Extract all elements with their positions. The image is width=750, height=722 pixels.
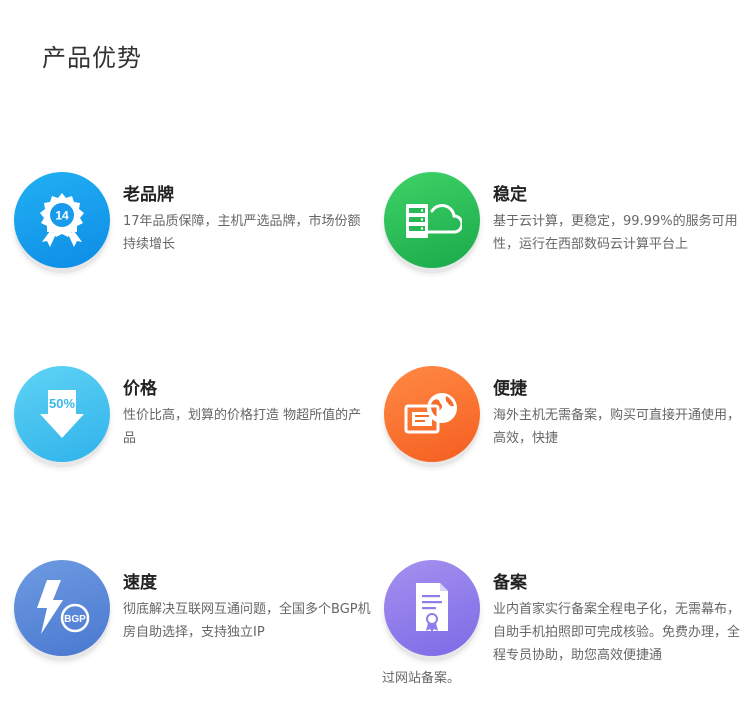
award-medal-icon: 14 bbox=[14, 172, 110, 268]
price-down-icon: 50% bbox=[14, 366, 110, 462]
feature-desc: 基于云计算，更稳定，99.99%的服务可用性，运行在西部数码云计算平台上 bbox=[493, 214, 738, 252]
feature-old-brand: 14 老品牌 17年品质保障，主机严选品牌，市场份额持续增长 bbox=[14, 172, 374, 282]
feature-desc: 性价比高，划算的价格打造 物超所值的产品 bbox=[123, 408, 362, 446]
feature-desc: 17年品质保障，主机严选品牌，市场份额持续增长 bbox=[123, 214, 361, 252]
medal-number: 14 bbox=[55, 209, 69, 223]
certificate-document-icon bbox=[384, 560, 480, 656]
bgp-text: BGP bbox=[64, 614, 86, 625]
feature-title: 备案 bbox=[493, 573, 527, 593]
feature-title: 便捷 bbox=[493, 379, 527, 399]
server-cloud-icon bbox=[384, 172, 480, 268]
feature-filing: 备案 业内首家实行备案全程电子化，无需幕布，自助手机拍照即可完成核验。免费办理，… bbox=[382, 560, 744, 686]
feature-desc: 海外主机无需备案，购买可直接开通使用，高效，快捷 bbox=[493, 408, 741, 446]
feature-convenient: 便捷 海外主机无需备案，购买可直接开通使用，高效，快捷 bbox=[384, 366, 744, 476]
feature-speed: BGP 速度 彻底解决互联网互通问题，全国多个BGP机房自助选择，支持独立IP bbox=[14, 560, 374, 670]
feature-title: 速度 bbox=[123, 573, 157, 593]
feature-title: 价格 bbox=[123, 379, 157, 399]
feature-desc: 彻底解决互联网互通问题，全国多个BGP机房自助选择，支持独立IP bbox=[123, 602, 371, 640]
page-title: 产品优势 bbox=[42, 44, 142, 72]
feature-title: 老品牌 bbox=[123, 185, 174, 205]
feature-desc: 业内首家实行备案全程电子化，无需幕布，自助手机拍照即可完成核验。免费办理，全程专… bbox=[493, 602, 741, 663]
feature-price: 50% 价格 性价比高，划算的价格打造 物超所值的产品 bbox=[14, 366, 374, 476]
feature-stable: 稳定 基于云计算，更稳定，99.99%的服务可用性，运行在西部数码云计算平台上 bbox=[384, 172, 744, 282]
discount-text: 50% bbox=[49, 396, 75, 411]
feature-desc-tail: 过网站备案。 bbox=[382, 671, 461, 686]
globe-window-icon bbox=[384, 366, 480, 462]
lightning-bgp-icon: BGP bbox=[14, 560, 110, 656]
feature-title: 稳定 bbox=[493, 185, 527, 205]
